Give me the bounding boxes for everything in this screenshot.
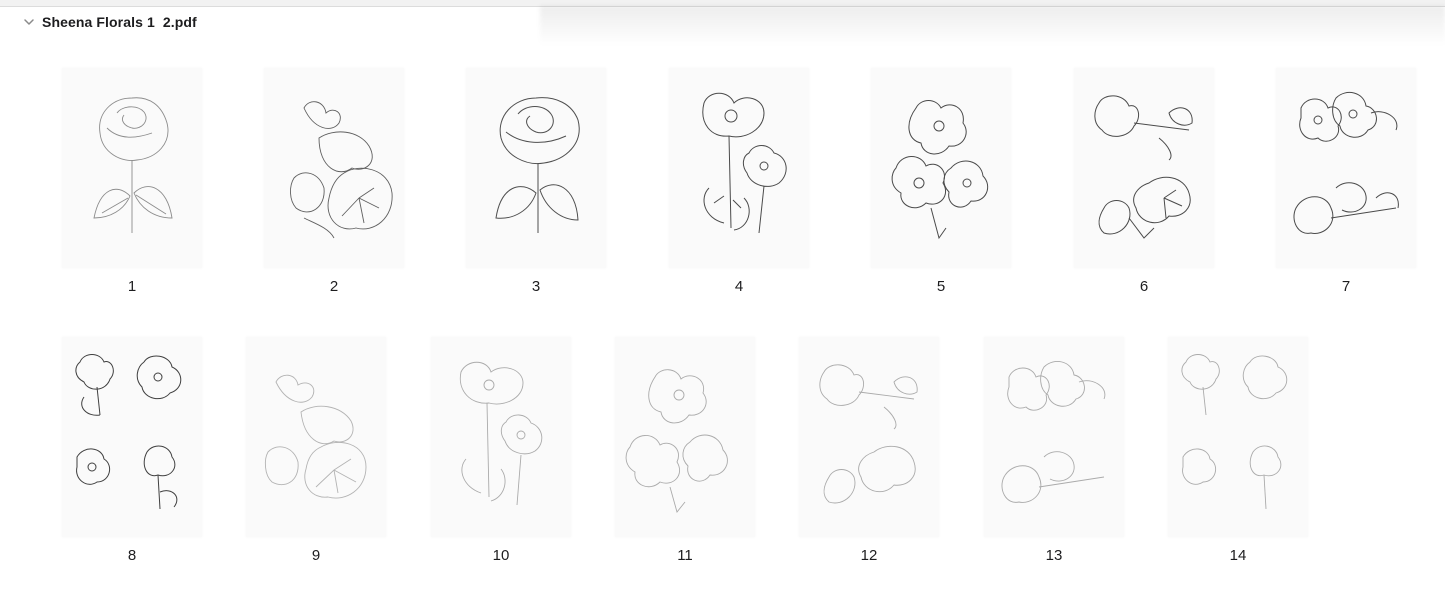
page-number: 3	[531, 278, 541, 295]
page-number: 11	[677, 547, 693, 564]
petunia-sketch-icon	[290, 101, 393, 239]
page-number: 14	[1229, 547, 1247, 564]
floral-pair-sketch-icon	[1293, 91, 1399, 234]
page-preview[interactable]	[1168, 337, 1308, 537]
poppy-sketch-icon	[702, 92, 787, 234]
page-number: 1	[127, 278, 137, 295]
petunia-sketch-icon	[264, 374, 367, 499]
page-number: 13	[1045, 547, 1063, 564]
floral-quad-sketch-icon	[1181, 354, 1288, 510]
page-number: 4	[734, 278, 744, 295]
page-preview[interactable]	[466, 68, 606, 268]
toolbar-shadow	[540, 6, 1445, 46]
page-preview[interactable]	[62, 68, 202, 268]
floral-pair-sketch-icon	[1094, 95, 1193, 239]
page-number: 8	[127, 547, 137, 564]
page-preview[interactable]	[871, 68, 1011, 268]
page-preview[interactable]	[1276, 68, 1416, 268]
page-preview[interactable]	[264, 68, 404, 268]
chevron-down-icon[interactable]	[22, 15, 36, 29]
page-preview[interactable]	[62, 337, 202, 537]
hibiscus-sketch-icon	[625, 369, 728, 513]
poppy-sketch-icon	[459, 361, 543, 506]
page-preview[interactable]	[615, 337, 755, 537]
floral-pair-sketch-icon	[1001, 360, 1106, 503]
page-number: 6	[1139, 278, 1149, 295]
page-number: 9	[311, 547, 321, 564]
page-preview[interactable]	[246, 337, 386, 537]
rose-sketch-icon	[93, 97, 173, 233]
document-header[interactable]: Sheena Florals 1 2.pdf	[22, 12, 197, 32]
page-preview[interactable]	[431, 337, 571, 537]
document-title: Sheena Florals 1 2.pdf	[42, 14, 197, 30]
page-preview[interactable]	[799, 337, 939, 537]
floral-pair-sketch-icon	[819, 364, 918, 504]
rose-sketch-icon	[495, 97, 580, 233]
page-preview[interactable]	[984, 337, 1124, 537]
page-number: 12	[860, 547, 878, 564]
hibiscus-sketch-icon	[891, 100, 989, 240]
page-preview[interactable]	[669, 68, 809, 268]
page-number: 2	[329, 278, 339, 295]
page-preview[interactable]	[1074, 68, 1214, 268]
floral-quad-sketch-icon	[75, 354, 182, 510]
page-number: 7	[1341, 278, 1351, 295]
page-number: 5	[936, 278, 946, 295]
page-number: 10	[492, 547, 510, 564]
